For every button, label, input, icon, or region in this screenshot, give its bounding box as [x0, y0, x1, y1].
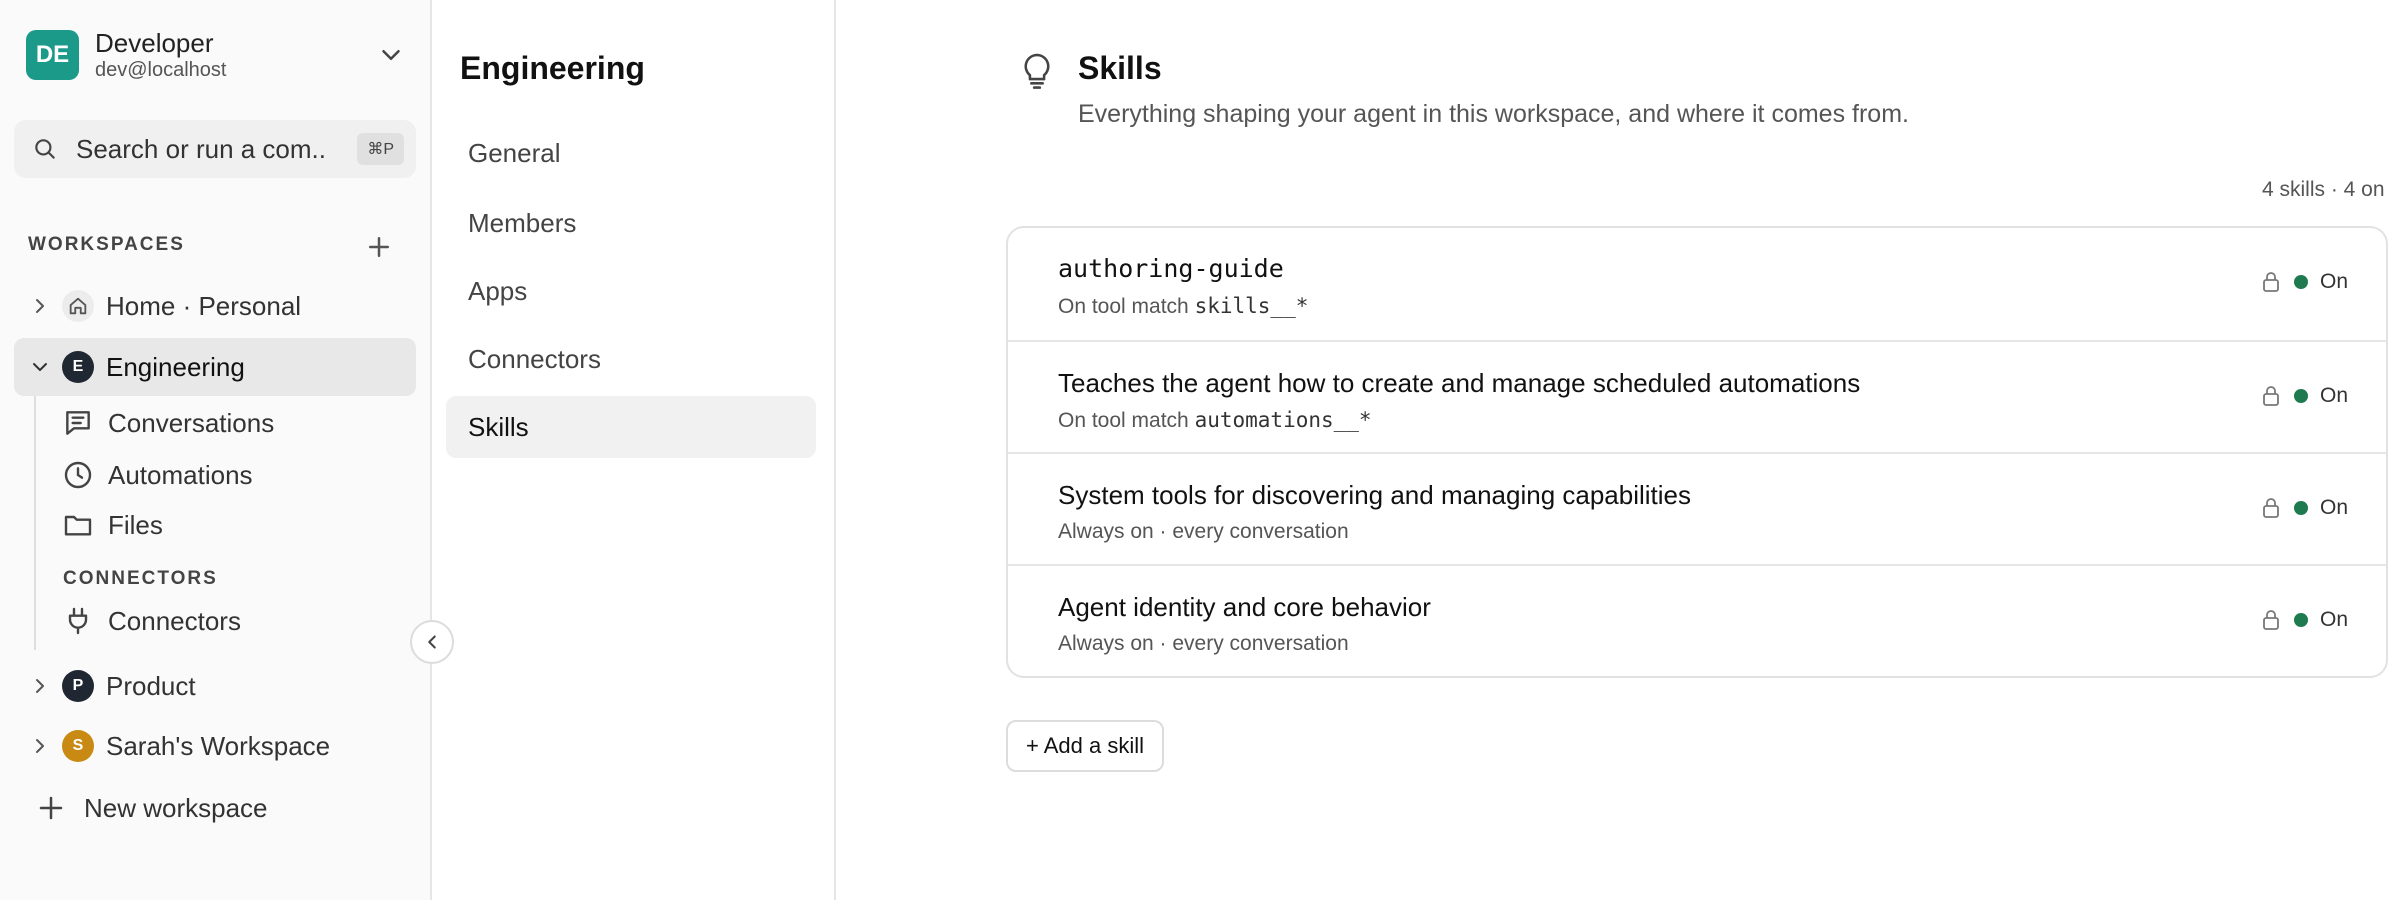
skill-title: Teaches the agent how to create and mana… [1058, 368, 1861, 398]
new-workspace-button[interactable]: New workspace [36, 790, 268, 826]
tree-guide-line [34, 396, 36, 650]
plug-icon [68, 607, 88, 635]
settings-menu-title: Engineering [460, 50, 645, 86]
user-info: Developer dev@localhost [95, 28, 226, 82]
status-dot [2293, 613, 2308, 627]
trigger-pattern: automations__* [1194, 408, 1372, 432]
trigger-pattern: skills__* [1194, 294, 1309, 318]
workspace-label: Engineering [106, 351, 245, 382]
avatar: DE [26, 30, 79, 80]
chevron-right-icon[interactable] [28, 674, 52, 698]
page-title: Skills [1078, 50, 1162, 86]
skill-title: authoring-guide [1058, 254, 1284, 283]
menu-item-members[interactable]: Members [446, 192, 816, 254]
skill-status: On [2260, 608, 2348, 632]
workspace-avatar: S [62, 730, 94, 762]
trigger-text: On tool match [1058, 295, 1195, 318]
clock-icon [64, 461, 92, 489]
add-workspace-icon[interactable] [364, 232, 394, 262]
workspace-item-product[interactable]: P Product [14, 657, 416, 715]
status-dot [2293, 389, 2308, 403]
status-dot [2293, 501, 2308, 515]
workspaces-header: WORKSPACES [28, 234, 185, 255]
menu-item-skills[interactable]: Skills [446, 396, 816, 458]
shortcut-badge: ⌘P [357, 133, 404, 165]
user-name: Developer [95, 28, 214, 58]
workspace-avatar: E [62, 351, 94, 383]
chevron-right-icon[interactable] [28, 294, 52, 318]
chevron-down-icon[interactable] [28, 355, 52, 379]
skill-row[interactable]: authoring-guide On tool match skills__* … [1008, 228, 2386, 340]
skill-trigger: On tool match skills__* [1058, 294, 1308, 319]
main-content: Skills Everything shaping your agent in … [836, 0, 2400, 900]
nav-label: Files [108, 509, 163, 540]
lightbulb-icon [1024, 53, 1050, 89]
user-switcher[interactable]: DE Developer dev@localhost [26, 28, 406, 82]
nav-label: Conversations [108, 407, 275, 438]
chat-icon [66, 411, 90, 435]
workspace-item-sarah[interactable]: S Sarah's Workspace [14, 717, 416, 775]
status-label: On [2319, 384, 2348, 407]
skills-list: authoring-guide On tool match skills__* … [1006, 226, 2388, 678]
trigger-text: On tool match [1058, 409, 1195, 432]
chevron-down-icon[interactable] [376, 40, 406, 70]
user-email: dev@localhost [95, 59, 227, 81]
workspace-label: Product [106, 670, 196, 701]
skill-status: On [2260, 384, 2348, 408]
workspace-item-home[interactable]: Home · Personal [14, 277, 416, 335]
nav-label: Automations [108, 459, 253, 490]
status-dot [2293, 275, 2308, 289]
workspace-avatar: P [62, 670, 94, 702]
status-label: On [2319, 270, 2348, 293]
page-subtitle: Everything shaping your agent in this wo… [1078, 100, 1909, 128]
home-icon [62, 290, 94, 322]
skill-row[interactable]: Agent identity and core behavior Always … [1008, 564, 2386, 676]
workspace-label: Sarah's Workspace [106, 730, 331, 761]
menu-item-connectors[interactable]: Connectors [446, 328, 816, 390]
nav-item-connectors[interactable]: Connectors [62, 601, 241, 641]
nav-item-conversations[interactable]: Conversations [62, 403, 274, 443]
sidebar: DE Developer dev@localhost Search or run… [0, 0, 432, 900]
skill-row[interactable]: System tools for discovering and managin… [1008, 452, 2386, 564]
plus-icon [39, 796, 63, 820]
lock-icon [2263, 272, 2279, 292]
chevron-left-icon [428, 635, 436, 649]
command-search[interactable]: Search or run a com... ⌘P [14, 120, 416, 178]
new-workspace-label: New workspace [84, 792, 268, 823]
add-skill-button[interactable]: + Add a skill [1006, 720, 1165, 772]
workspace-item-engineering[interactable]: E Engineering [14, 338, 416, 396]
skill-row[interactable]: Teaches the agent how to create and mana… [1008, 340, 2386, 452]
skill-status: On [2260, 270, 2348, 294]
search-input[interactable]: Search or run a com... [76, 134, 326, 165]
status-label: On [2319, 496, 2348, 519]
lock-icon [2263, 498, 2279, 518]
nav-label: Connectors [108, 605, 241, 636]
nav-item-automations[interactable]: Automations [62, 455, 253, 495]
lock-icon [2263, 610, 2279, 630]
skill-trigger: Always on · every conversation [1058, 632, 1349, 655]
connectors-section-header: CONNECTORS [63, 568, 218, 589]
skill-status: On [2260, 496, 2348, 520]
menu-item-apps[interactable]: Apps [446, 260, 816, 322]
collapse-sidebar-button[interactable] [410, 620, 454, 664]
settings-menu: Engineering General Members Apps Connect… [432, 0, 836, 900]
lock-icon [2263, 386, 2279, 406]
chevron-right-icon[interactable] [28, 734, 52, 758]
status-label: On [2319, 608, 2348, 631]
nav-item-files[interactable]: Files [62, 505, 163, 545]
skill-trigger: On tool match automations__* [1058, 408, 1372, 433]
search-icon [35, 139, 55, 159]
folder-icon [64, 515, 92, 536]
menu-item-general[interactable]: General [446, 122, 816, 184]
skill-title: System tools for discovering and managin… [1058, 480, 1692, 510]
skill-title: Agent identity and core behavior [1058, 592, 1431, 622]
skills-count: 4 skills · 4 on [2262, 178, 2385, 201]
workspace-label: Home · Personal [106, 290, 302, 321]
skill-trigger: Always on · every conversation [1058, 520, 1349, 543]
